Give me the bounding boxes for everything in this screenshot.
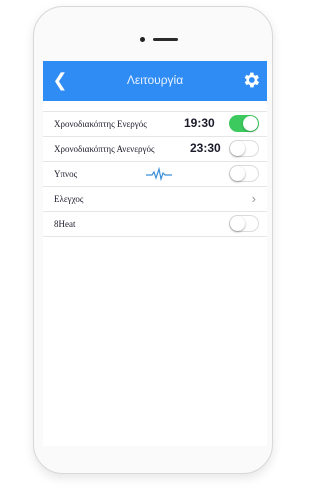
front-camera <box>140 37 145 42</box>
list-item-sleep: Υπνος <box>43 161 267 186</box>
app-screen: ❮ Λειτουργία Χρονοδιακόπτης Ενεργός 19:3… <box>43 61 267 446</box>
toggle-knob <box>230 216 245 231</box>
earpiece-speaker <box>153 38 178 41</box>
toggle-knob <box>243 116 258 131</box>
chevron-right-icon: › <box>251 191 256 206</box>
list-item-timer-on: Χρονοδιακόπτης Ενεργός 19:30 <box>43 111 267 136</box>
timer-on-label: Χρονοδιακόπτης Ενεργός <box>54 119 147 129</box>
toggle-knob <box>230 141 245 156</box>
list-item-8heat: 8Heat <box>43 211 267 237</box>
8heat-toggle[interactable] <box>229 215 259 232</box>
settings-list: Χρονοδιακόπτης Ενεργός 19:30 Χρονοδιακόπ… <box>43 101 267 237</box>
heartbeat-pulse-icon <box>146 167 172 181</box>
chevron-left-icon[interactable]: ❮ <box>49 68 71 92</box>
timer-on-time[interactable]: 19:30 <box>184 116 215 130</box>
navigation-bar: ❮ Λειτουργία <box>43 61 267 101</box>
page-title: Λειτουργία <box>126 73 184 87</box>
8heat-label: 8Heat <box>54 219 76 229</box>
gear-icon[interactable] <box>241 70 261 90</box>
timer-on-toggle[interactable] <box>229 115 259 132</box>
sleep-toggle[interactable] <box>229 165 259 182</box>
timer-off-label: Χρονοδιακόπτης Ανενεργός <box>54 144 155 154</box>
timer-off-time[interactable]: 23:30 <box>190 141 221 155</box>
list-item-control[interactable]: Ελεγχος › <box>43 186 267 211</box>
sleep-label: Υπνος <box>54 169 78 179</box>
timer-off-toggle[interactable] <box>229 140 259 157</box>
list-item-timer-off: Χρονοδιακόπτης Ανενεργός 23:30 <box>43 136 267 161</box>
toggle-knob <box>230 166 245 181</box>
control-label: Ελεγχος <box>54 194 84 204</box>
